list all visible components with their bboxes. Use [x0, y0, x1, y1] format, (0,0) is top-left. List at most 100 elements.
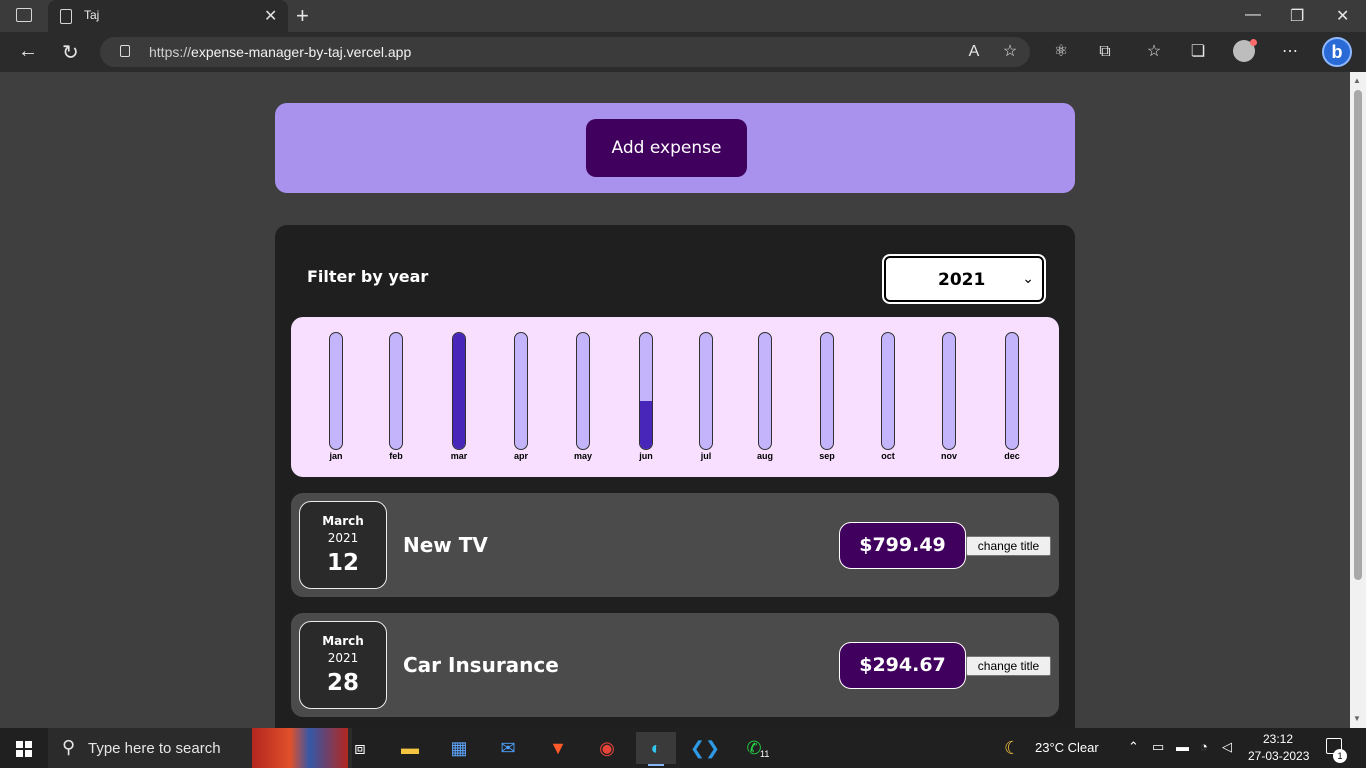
- chart-bar-track: [942, 332, 956, 450]
- expense-date: March 2021 12: [299, 501, 387, 589]
- refresh-icon[interactable]: ↻: [62, 40, 79, 65]
- expenses-chart: jan feb mar apr may jun jul aug sep oct nov dec: [291, 317, 1059, 477]
- chevron-down-icon: ⌄: [1022, 270, 1034, 286]
- url-field[interactable]: https://expense-manager-by-taj.vercel.ap…: [100, 37, 1030, 67]
- vscode-icon[interactable]: ❮❯: [685, 732, 725, 764]
- chart-bar-track: [389, 332, 403, 450]
- edge-icon[interactable]: ◐: [636, 732, 676, 766]
- whatsapp-icon[interactable]: ✆: [734, 732, 774, 764]
- chevron-up-icon[interactable]: ⌃: [1128, 739, 1139, 755]
- search-highlight-image: [252, 728, 348, 768]
- expense-item: March 2021 28 Car Insurance $294.67 change ti…: [291, 613, 1059, 717]
- close-window-icon[interactable]: ✕: [1336, 6, 1349, 26]
- volume-icon[interactable]: ◁: [1222, 739, 1232, 755]
- add-favorite-icon[interactable]: ☆: [1000, 42, 1020, 62]
- brave-icon[interactable]: ▼: [538, 732, 578, 764]
- expense-amount: $294.67: [839, 642, 966, 689]
- change-title-button[interactable]: change title: [966, 656, 1051, 676]
- filter-label: Filter by year: [307, 267, 429, 286]
- read-aloud-icon[interactable]: A: [964, 42, 984, 62]
- expense-title: Car Insurance: [403, 653, 559, 677]
- restore-icon[interactable]: ❐: [1290, 6, 1304, 26]
- react-devtools-icon[interactable]: ⚛: [1051, 42, 1071, 62]
- clock-time[interactable]: 23:12: [1263, 732, 1293, 746]
- chart-bar-label: sep: [819, 451, 835, 461]
- page-scrollbar[interactable]: ▲ ▼: [1350, 72, 1366, 728]
- notification-count: 1: [1333, 749, 1347, 763]
- chart-bar-label: apr: [513, 451, 528, 461]
- chart-bar-nov: nov: [941, 332, 957, 461]
- chart-bar-label: nov: [940, 451, 957, 461]
- store-icon[interactable]: ▦: [439, 732, 479, 764]
- chart-bar-label: mar: [450, 451, 468, 461]
- wifi-icon[interactable]: ◔: [1200, 739, 1208, 754]
- extensions-icon[interactable]: ⧉: [1095, 42, 1115, 62]
- expense-month: March: [322, 514, 364, 528]
- chart-bar-label: jun: [639, 451, 653, 461]
- bing-icon[interactable]: b: [1322, 37, 1352, 67]
- chart-bar-track: [576, 332, 590, 450]
- chart-bar-dec: dec: [1004, 332, 1020, 461]
- chart-bar-label: dec: [1004, 451, 1020, 461]
- taskbar: ⚲ Type here to search ⧈ ▬ ▦ ✉ ▼ ◉ ◐ ❮❯ ✆…: [0, 728, 1366, 768]
- expense-title: New TV: [403, 533, 488, 557]
- chart-bar-fill: [453, 333, 465, 449]
- scroll-down-icon[interactable]: ▼: [1353, 714, 1361, 723]
- chart-bar-mar: mar: [451, 332, 467, 461]
- mail-icon[interactable]: ✉: [488, 732, 528, 764]
- windows-start-icon[interactable]: [16, 741, 32, 757]
- minimize-icon[interactable]: —: [1245, 6, 1261, 24]
- collections-icon[interactable]: ❏: [1188, 42, 1208, 62]
- expense-year: 2021: [327, 651, 359, 665]
- chart-bar-label: jul: [700, 451, 712, 461]
- expense-date: March 2021 28: [299, 621, 387, 709]
- tab-actions-icon[interactable]: [16, 8, 32, 22]
- moon-icon: ☾: [1004, 738, 1021, 758]
- selected-year: 2021: [938, 270, 986, 290]
- chart-bar-label: jan: [329, 451, 343, 461]
- chart-bar-track: [639, 332, 653, 450]
- taskbar-search[interactable]: ⚲ Type here to search: [48, 728, 352, 768]
- address-bar-row: ← ↻ https://expense-manager-by-taj.verce…: [0, 32, 1366, 72]
- profile-avatar[interactable]: [1233, 39, 1257, 62]
- battery-icon[interactable]: ▬: [1176, 739, 1189, 754]
- new-tab-icon[interactable]: +: [296, 3, 309, 29]
- chart-bar-aug: aug: [757, 332, 773, 461]
- expense-item: March 2021 12 New TV $799.49 change title: [291, 493, 1059, 597]
- expense-day: 12: [326, 550, 359, 576]
- favorites-icon[interactable]: ☆: [1144, 42, 1164, 62]
- chart-bar-apr: apr: [513, 332, 529, 461]
- meet-icon[interactable]: ▭: [1152, 739, 1164, 755]
- chart-bar-may: may: [574, 332, 592, 461]
- expense-amount: $799.49: [839, 522, 966, 569]
- file-explorer-icon[interactable]: ▬: [390, 732, 430, 764]
- change-title-button[interactable]: change title: [966, 536, 1051, 556]
- chart-bar-sep: sep: [819, 332, 835, 461]
- back-icon[interactable]: ←: [18, 40, 38, 63]
- add-expense-button[interactable]: Add expense: [586, 119, 747, 177]
- chart-bar-track: [881, 332, 895, 450]
- browser-tab[interactable]: Taj ✕: [48, 0, 288, 32]
- chart-bar-jan: jan: [328, 332, 344, 461]
- chart-bar-jun: jun: [638, 332, 654, 461]
- chart-bar-label: aug: [756, 451, 773, 461]
- chart-bar-track: [758, 332, 772, 450]
- year-select[interactable]: 2021 ⌄: [882, 254, 1046, 304]
- clock-date[interactable]: 27-03-2023: [1248, 749, 1309, 763]
- chart-bar-label: feb: [389, 451, 403, 461]
- chrome-icon[interactable]: ◉: [587, 732, 627, 764]
- close-tab-icon[interactable]: ✕: [264, 6, 277, 26]
- tab-bar: Taj ✕ + — ❐ ✕: [0, 0, 1366, 32]
- chart-bar-label: may: [573, 451, 592, 461]
- scroll-thumb[interactable]: [1354, 90, 1362, 580]
- scroll-up-icon[interactable]: ▲: [1353, 76, 1361, 85]
- weather-text[interactable]: 23°C Clear: [1035, 740, 1099, 755]
- chart-bar-jul: jul: [698, 332, 714, 461]
- search-icon: ⚲: [62, 737, 76, 757]
- more-options-icon[interactable]: ⋯: [1280, 42, 1300, 62]
- chart-bar-feb: feb: [388, 332, 404, 461]
- chart-bar-track: [1005, 332, 1019, 450]
- url-text: https://expense-manager-by-taj.vercel.ap…: [149, 44, 412, 60]
- task-view-icon[interactable]: ⧈: [340, 732, 380, 764]
- chart-bar-track: [329, 332, 343, 450]
